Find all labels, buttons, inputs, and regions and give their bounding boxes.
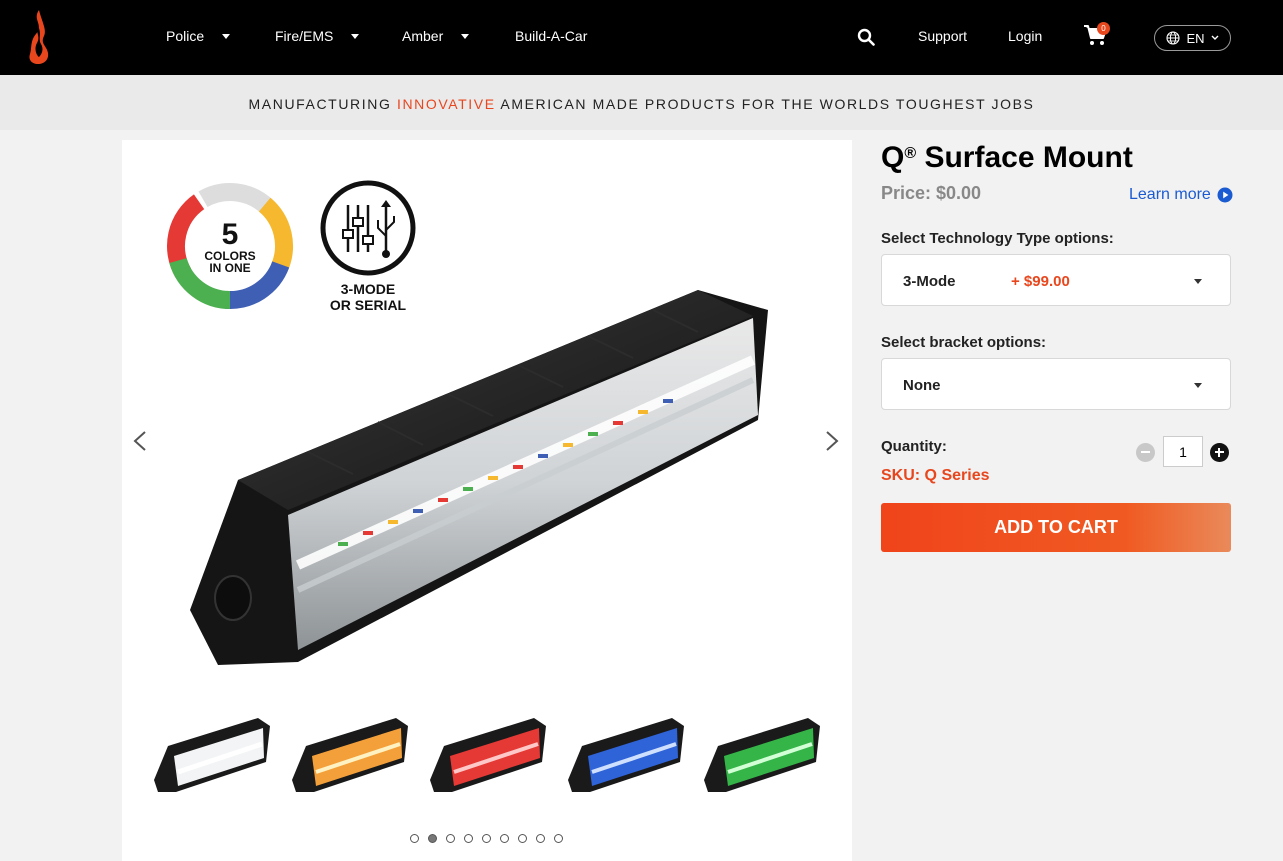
title-rest: Surface Mount [916, 141, 1133, 174]
thumbnail-blue[interactable] [562, 710, 690, 800]
thumbnail-amber[interactable] [286, 710, 414, 800]
badge-five-number: 5 [222, 218, 239, 251]
technology-type-select[interactable]: 3-Mode + $99.00 [881, 254, 1231, 306]
title-main: Q [881, 141, 905, 174]
caret-down-icon [1194, 383, 1202, 388]
gallery-dot[interactable] [536, 834, 545, 843]
tagline-banner: MANUFACTURING INNOVATIVE AMERICAN MADE P… [0, 75, 1283, 130]
gallery-pagination [410, 834, 563, 843]
nav-amber-label: Amber [402, 28, 444, 44]
add-to-cart-button[interactable]: ADD TO CART [881, 503, 1231, 552]
bracket-label: Select bracket options: [881, 334, 1047, 351]
learn-more-link[interactable]: Learn more [1129, 186, 1233, 204]
product-main-image[interactable] [178, 280, 778, 680]
gallery-dot[interactable] [482, 834, 491, 843]
flame-logo[interactable] [22, 8, 54, 66]
banner-accent: INNOVATIVE [396, 96, 496, 112]
gallery-dot[interactable] [500, 834, 509, 843]
nav-build-a-car-label: Build-A-Car [515, 28, 588, 44]
globe-icon [1166, 31, 1181, 45]
learn-more-label: Learn more [1129, 186, 1211, 203]
technology-type-value: 3-Mode [903, 273, 956, 290]
registered-mark: ® [904, 145, 917, 162]
gallery-dot[interactable] [446, 834, 455, 843]
bracket-select[interactable]: None [881, 358, 1231, 410]
product-gallery: 5 COLORS IN ONE 3-MODE OR SERIAL [122, 140, 852, 861]
banner-suffix: AMERICAN MADE PRODUCTS FOR THE WORLDS TO… [500, 96, 1035, 112]
caret-down-icon [222, 33, 231, 39]
language-selector[interactable]: EN [1154, 25, 1231, 51]
gallery-next-arrow[interactable] [822, 430, 842, 452]
nav-build-a-car[interactable]: Build-A-Car [515, 28, 587, 44]
product-price: Price: $0.00 [881, 183, 982, 203]
caret-down-icon [1194, 279, 1202, 284]
gallery-prev-arrow[interactable] [130, 430, 150, 452]
thumbnail-white[interactable] [148, 710, 276, 800]
bracket-value: None [903, 377, 941, 394]
gallery-dot-active[interactable] [428, 834, 437, 843]
login-link[interactable]: Login [1008, 28, 1042, 44]
quantity-increment-button[interactable] [1210, 443, 1229, 462]
product-title: Q® Surface Mount [881, 141, 1133, 175]
gallery-dot[interactable] [518, 834, 527, 843]
technology-type-price: + $99.00 [1011, 273, 1070, 290]
chevron-down-icon [1211, 35, 1219, 40]
cart-count-badge: 0 [1097, 22, 1110, 35]
gallery-dot[interactable] [464, 834, 473, 843]
quantity-decrement-button[interactable] [1136, 443, 1155, 462]
language-label: EN [1186, 30, 1205, 46]
nav-police-label: Police [166, 28, 205, 44]
caret-down-icon [351, 33, 360, 39]
quantity-input[interactable] [1163, 436, 1203, 467]
search-icon[interactable] [857, 28, 875, 46]
nav-fire-ems[interactable]: Fire/EMS [275, 28, 360, 44]
gallery-dot[interactable] [410, 834, 419, 843]
product-sku: SKU: Q Series [881, 467, 990, 484]
support-link[interactable]: Support [918, 28, 967, 44]
site-header: Police Fire/EMS Amber Build-A-Car Suppor… [0, 0, 1283, 75]
gallery-dot[interactable] [554, 834, 563, 843]
caret-down-icon [461, 33, 470, 39]
thumbnail-red[interactable] [424, 710, 552, 800]
nav-amber[interactable]: Amber [402, 28, 470, 44]
technology-type-label: Select Technology Type options: [881, 230, 1114, 247]
banner-prefix: MANUFACTURING [248, 96, 392, 112]
nav-police[interactable]: Police [166, 28, 231, 44]
nav-fire-ems-label: Fire/EMS [275, 28, 334, 44]
thumbnail-green[interactable] [698, 710, 826, 800]
quantity-label: Quantity: [881, 438, 947, 455]
badge-five-line2: IN ONE [209, 261, 250, 275]
play-circle-icon [1217, 187, 1233, 203]
